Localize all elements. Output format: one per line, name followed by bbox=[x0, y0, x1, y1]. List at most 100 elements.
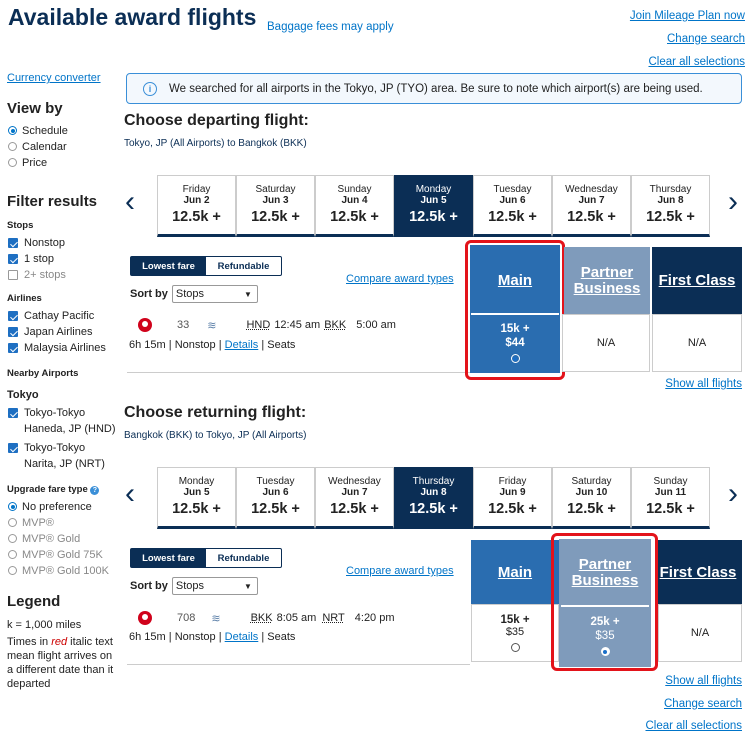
returning-prev-arrow-icon[interactable]: ‹ bbox=[125, 479, 135, 509]
filter-option[interactable]: No preference bbox=[7, 499, 119, 515]
filter-option[interactable]: Price bbox=[7, 155, 119, 171]
sort-select[interactable]: Stops ▼ bbox=[171, 285, 258, 303]
departing-sort: Sort by Stops ▼ bbox=[130, 285, 258, 303]
page-title: Available award flights bbox=[8, 4, 257, 30]
filter-option[interactable]: Calendar bbox=[7, 139, 119, 155]
departing-prev-arrow-icon[interactable]: ‹ bbox=[125, 187, 135, 217]
compare-award-types-link[interactable]: Compare award types bbox=[346, 565, 454, 577]
filter-option[interactable]: Cathay Pacific bbox=[7, 308, 119, 324]
date-tab-jun-5[interactable]: Monday Jun 5 12.5k + bbox=[394, 175, 473, 237]
flight-number: 708 bbox=[177, 612, 196, 624]
refundable-tab[interactable]: Refundable bbox=[206, 257, 281, 275]
refundable-tab[interactable]: Refundable bbox=[206, 549, 281, 567]
date-date: Jun 3 bbox=[262, 195, 289, 206]
sort-select[interactable]: Stops ▼ bbox=[171, 577, 258, 595]
join-mileage-plan-link[interactable]: Join Mileage Plan now bbox=[630, 5, 745, 28]
filter-option[interactable]: Tokyo-Tokyo Narita, JP (NRT) bbox=[7, 440, 119, 472]
filter-option[interactable]: Tokyo-Tokyo Haneda, JP (HND) bbox=[7, 405, 119, 437]
compare-award-types-link[interactable]: Compare award types bbox=[346, 273, 454, 285]
filter-option[interactable]: Japan Airlines bbox=[7, 324, 119, 340]
date-tab-jun-6[interactable]: Tuesday Jun 6 12.5k + bbox=[473, 175, 552, 237]
departing-next-arrow-icon[interactable]: › bbox=[728, 187, 738, 217]
radio-button[interactable] bbox=[8, 550, 17, 559]
filter-option[interactable]: 1 stop bbox=[7, 251, 119, 267]
date-day: Monday bbox=[415, 184, 452, 195]
main-column-header[interactable]: Main bbox=[471, 539, 559, 606]
returning-show-all-flights-link[interactable]: Show all flights bbox=[645, 670, 742, 693]
currency-converter-link[interactable]: Currency converter bbox=[7, 72, 119, 84]
date-day: Sunday bbox=[337, 184, 372, 195]
flight-number: 33 bbox=[177, 319, 190, 331]
nearby-heading: Nearby Airports bbox=[7, 368, 79, 379]
arrival-time: 4:20 pm bbox=[354, 612, 395, 624]
filter-option[interactable]: Nonstop bbox=[7, 235, 119, 251]
date-tab-jun-11[interactable]: Sunday Jun 11 12.5k + bbox=[631, 467, 710, 529]
departing-date-strip: Friday Jun 2 12.5k + Saturday Jun 3 12.5k + Su… bbox=[157, 175, 710, 237]
filter-option[interactable]: Malaysia Airlines bbox=[7, 340, 119, 356]
date-tab-jun-9[interactable]: Friday Jun 9 12.5k + bbox=[473, 467, 552, 529]
divider bbox=[127, 372, 470, 373]
filter-option[interactable]: MVP® Gold 100K bbox=[7, 563, 119, 579]
first-class-column-header[interactable]: First Class bbox=[653, 247, 741, 314]
returning-fare-toggle: Lowest fare Refundable bbox=[130, 548, 282, 568]
returning-flight-row: 708 ≋ BKK 8:05 am NRT 4:20 pm bbox=[138, 611, 395, 625]
filter-option[interactable]: MVP® bbox=[7, 515, 119, 531]
filter-option[interactable]: 2+ stops bbox=[7, 267, 119, 283]
lowest-fare-tab[interactable]: Lowest fare bbox=[131, 549, 206, 567]
returning-sort: Sort by Stops ▼ bbox=[130, 577, 258, 595]
date-tab-jun-7[interactable]: Wednesday Jun 7 12.5k + bbox=[552, 175, 631, 237]
partner-business-column-header[interactable]: Partner Business bbox=[563, 247, 651, 314]
date-tab-jun-5[interactable]: Monday Jun 5 12.5k + bbox=[157, 467, 236, 529]
arrival-time: 5:00 am bbox=[356, 319, 396, 331]
fare-tax: $35 bbox=[505, 626, 525, 638]
date-tab-jun-8[interactable]: Thursday Jun 8 12.5k + bbox=[631, 175, 710, 237]
checkbox[interactable] bbox=[8, 408, 18, 418]
checkbox[interactable] bbox=[8, 327, 18, 337]
radio-button[interactable] bbox=[8, 566, 17, 575]
radio-button[interactable] bbox=[8, 534, 17, 543]
details-link[interactable]: Details bbox=[225, 631, 259, 643]
lowest-fare-tab[interactable]: Lowest fare bbox=[131, 257, 206, 275]
bottom-change-search-link[interactable]: Change search bbox=[645, 693, 742, 716]
date-tab-jun-8[interactable]: Thursday Jun 8 12.5k + bbox=[394, 467, 473, 529]
radio-button[interactable] bbox=[8, 502, 17, 511]
filter-option[interactable]: Schedule bbox=[7, 123, 119, 139]
checkbox[interactable] bbox=[8, 311, 18, 321]
radio-button[interactable] bbox=[8, 142, 17, 151]
date-tab-jun-10[interactable]: Saturday Jun 10 12.5k + bbox=[552, 467, 631, 529]
departing-first-fare: N/A bbox=[652, 314, 742, 372]
filter-option[interactable]: MVP® Gold bbox=[7, 531, 119, 547]
clear-selections-link[interactable]: Clear all selections bbox=[630, 51, 745, 74]
baggage-fees-link[interactable]: Baggage fees may apply bbox=[267, 21, 394, 33]
checkbox[interactable] bbox=[8, 443, 18, 453]
seats-link[interactable]: Seats bbox=[267, 339, 295, 351]
returning-next-arrow-icon[interactable]: › bbox=[728, 479, 738, 509]
date-tab-jun-7[interactable]: Wednesday Jun 7 12.5k + bbox=[315, 467, 394, 529]
first-class-column-header[interactable]: First Class bbox=[654, 539, 742, 606]
details-link[interactable]: Details bbox=[225, 339, 259, 351]
checkbox[interactable] bbox=[8, 270, 18, 280]
radio-button[interactable] bbox=[8, 126, 17, 135]
seats-link[interactable]: Seats bbox=[267, 631, 295, 643]
radio-button[interactable] bbox=[8, 518, 17, 527]
date-tab-jun-6[interactable]: Tuesday Jun 6 12.5k + bbox=[236, 467, 315, 529]
date-tab-jun-2[interactable]: Friday Jun 2 12.5k + bbox=[157, 175, 236, 237]
filter-option[interactable]: MVP® Gold 75K bbox=[7, 547, 119, 563]
checkbox[interactable] bbox=[8, 343, 18, 353]
checkbox[interactable] bbox=[8, 254, 18, 264]
departing-show-all-flights-link[interactable]: Show all flights bbox=[665, 378, 742, 390]
returning-main-fare[interactable]: 15k + $35 bbox=[471, 604, 559, 662]
date-tab-jun-4[interactable]: Sunday Jun 4 12.5k + bbox=[315, 175, 394, 237]
change-search-link[interactable]: Change search bbox=[630, 28, 745, 51]
bottom-clear-selections-link[interactable]: Clear all selections bbox=[645, 715, 742, 735]
returning-flight-meta: 6h 15m | Nonstop | Details | Seats bbox=[129, 631, 296, 643]
help-icon[interactable]: ? bbox=[90, 486, 100, 495]
date-price: 12.5k + bbox=[172, 501, 221, 517]
fare-radio[interactable] bbox=[510, 643, 520, 652]
radio-button[interactable] bbox=[8, 158, 17, 167]
option-label: Tokyo-Tokyo Narita, JP (NRT) bbox=[24, 442, 105, 470]
date-tab-jun-3[interactable]: Saturday Jun 3 12.5k + bbox=[236, 175, 315, 237]
sort-label: Sort by bbox=[130, 580, 168, 592]
checkbox[interactable] bbox=[8, 238, 18, 248]
legend-heading: Legend bbox=[7, 593, 61, 610]
